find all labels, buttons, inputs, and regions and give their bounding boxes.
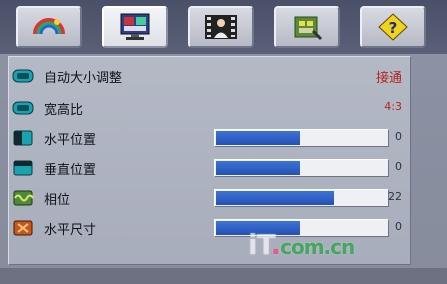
row-h-position[interactable]: 水平位置 0 [9, 125, 412, 151]
tab-video[interactable] [188, 6, 254, 48]
row-auto-resize[interactable]: 自动大小调整 接通 [9, 63, 412, 89]
v-position-slider[interactable] [214, 159, 389, 177]
watermark-com: com [280, 235, 324, 259]
h-size-icon [13, 220, 33, 236]
tab-image[interactable] [102, 6, 168, 48]
row-value: 0 [395, 160, 402, 173]
watermark-main: iT [248, 228, 271, 261]
phase-icon [13, 190, 34, 206]
row-value: 0 [395, 130, 402, 143]
monitor-icon [120, 13, 150, 40]
slider-fill [216, 131, 300, 145]
h-position-icon [13, 130, 33, 146]
watermark-cn: .cn [323, 235, 356, 259]
color-wheel-icon [33, 18, 65, 35]
row-value: 22 [388, 190, 402, 203]
row-label: 水平尺寸 [44, 223, 97, 238]
h-position-slider[interactable] [214, 129, 389, 147]
v-position-icon [13, 160, 33, 176]
tab-help[interactable]: ? [360, 6, 426, 48]
site-watermark: iT.com.cn [248, 228, 356, 261]
row-value: 4:3 [384, 100, 402, 113]
row-value: 0 [395, 220, 402, 233]
row-label: 自动大小调整 [44, 71, 123, 86]
row-label: 水平位置 [44, 133, 97, 148]
phase-slider[interactable] [214, 189, 389, 207]
watermark-dot: . [270, 228, 281, 261]
row-label: 垂直位置 [44, 163, 97, 178]
row-aspect-ratio[interactable]: 宽高比 4:3 [9, 95, 412, 121]
row-label: 相位 [44, 193, 71, 208]
bottom-strip [0, 268, 447, 284]
row-v-position[interactable]: 垂直位置 0 [9, 155, 412, 181]
row-phase[interactable]: 相位 22 [9, 185, 412, 211]
slider-fill [216, 191, 334, 205]
auto-resize-icon [12, 69, 34, 83]
tab-color[interactable] [16, 6, 82, 48]
help-question-icon: ? [378, 13, 408, 41]
svg-text:?: ? [389, 19, 398, 37]
tab-setup[interactable] [274, 6, 340, 48]
slider-fill [216, 161, 300, 175]
aspect-ratio-icon [12, 101, 34, 115]
settings-chip-icon [294, 16, 323, 41]
osd-screen: ? 自动大小调整 接通 宽高比 4:3 水平位置 0 垂直位置 0 相位 22 … [0, 0, 447, 284]
row-label: 宽高比 [44, 103, 84, 118]
row-value: 接通 [375, 71, 402, 86]
menu-tab-bar: ? [0, 0, 447, 54]
film-person-icon [205, 15, 237, 39]
